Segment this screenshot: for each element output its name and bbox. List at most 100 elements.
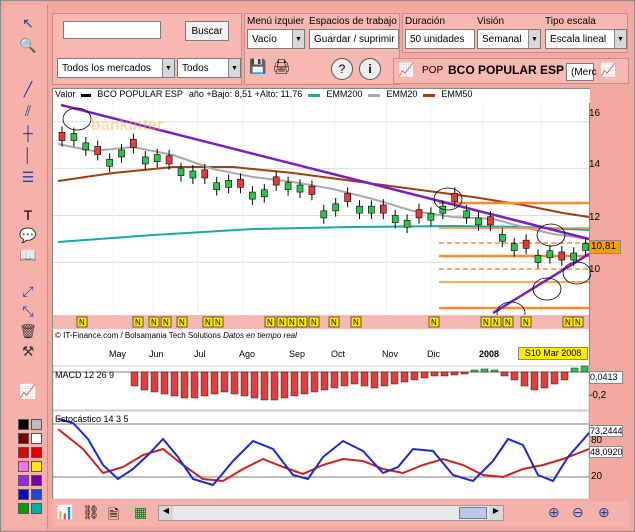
document-icon[interactable]: 🗎 [108, 504, 119, 528]
table-icon[interactable]: ▦ [134, 504, 147, 521]
candle-body [249, 191, 256, 200]
candle-body [415, 209, 423, 219]
color-swatch[interactable] [31, 433, 42, 444]
view-select[interactable]: Semanal ▼ [477, 29, 541, 49]
menu-select[interactable]: Vacío ▼ [247, 29, 305, 49]
vertical-line-icon[interactable]: │ [17, 145, 39, 165]
market-select-value: Todos los mercados [62, 62, 151, 74]
zoom-out-icon[interactable]: ⊖ [572, 504, 584, 521]
save-icon[interactable]: 💾 [249, 58, 266, 80]
line-tool-icon[interactable]: ╱ [17, 79, 39, 99]
zoom-in-icon[interactable]: ⊕ [598, 504, 610, 521]
parallel-line-icon[interactable]: ⫽ [17, 101, 39, 121]
color-swatch[interactable] [31, 447, 42, 458]
book-icon[interactable]: 📖 [17, 245, 39, 265]
left-toolbar: ↖ 🔍 ╱ ⫽ ┼ │ ☰ T 💬 📖 ⤢ ⤡ 🗑 ⚒ 📈 [5, 5, 48, 529]
info-icon[interactable]: i [359, 58, 381, 80]
color-swatch[interactable] [18, 447, 29, 458]
legend-name: BCO POPULAR ESP [97, 89, 183, 99]
duration-select[interactable]: 50 unidades [405, 29, 475, 49]
color-swatch[interactable] [18, 461, 29, 472]
candle-body [344, 192, 351, 202]
month-label: Sep [289, 349, 305, 359]
stoch-label: Estocástico 14 3 5 [55, 414, 129, 424]
horizontal-line-icon[interactable]: ┼ [17, 123, 39, 143]
print-icon[interactable]: 🖨 [272, 58, 290, 80]
legend-swatch [423, 94, 436, 97]
color-swatch[interactable] [31, 503, 42, 514]
month-label: May [109, 349, 127, 359]
candle-body [534, 255, 542, 263]
trash-icon[interactable]: 🗑 [17, 321, 39, 341]
candle-body [237, 178, 244, 188]
macd-bar [530, 371, 539, 391]
indicator-icon[interactable]: 📈 [17, 381, 39, 401]
candle-body [296, 184, 304, 193]
link-icon[interactable]: ⛓ [82, 504, 100, 521]
macd-bar [520, 371, 529, 387]
tools-icon[interactable]: ⚒ [17, 341, 39, 361]
candle-body [546, 250, 554, 259]
file-tools: 💾 🖨 [249, 58, 290, 80]
scroll-left-icon[interactable]: ◀ [159, 506, 173, 520]
scale-select[interactable]: Escala lineal ▼ [545, 29, 627, 49]
fibonacci-icon[interactable]: ☰ [17, 167, 39, 187]
candle-body [261, 189, 268, 198]
chevron-down-icon: ▼ [614, 30, 626, 48]
macd-bar [550, 371, 559, 385]
price-chart[interactable]: N N N N N N N N N N N N N N N N N N N N NMay Jun Jul Ago Sep Oct N… [52, 89, 592, 500]
chart-icon[interactable]: 📈 [398, 62, 416, 80]
candle-body [213, 182, 220, 191]
color-swatch[interactable] [31, 489, 42, 500]
macd-bar [250, 371, 259, 399]
color-swatch[interactable] [18, 475, 29, 486]
app-window: ↖ 🔍 ╱ ⫽ ┼ │ ☰ T 💬 📖 ⤢ ⤡ 🗑 ⚒ 📈 Buscar Tod… [0, 0, 635, 532]
ticker-code: POP [422, 65, 444, 76]
color-swatch[interactable] [18, 503, 29, 514]
macd-bar [570, 367, 579, 373]
macd-bar [260, 371, 269, 401]
macd-bar [300, 371, 309, 395]
ticker-panel: 📈 POP BCO POPULAR ESP (Merc 📈 [393, 58, 629, 84]
candle-body [189, 170, 197, 179]
macd-bar [180, 371, 189, 399]
scale-select-value: Escala lineal [550, 33, 607, 45]
macd-value: 0,0413 [589, 371, 623, 384]
zoom-fit-icon[interactable]: ⊕ [548, 504, 560, 521]
macd-bar [500, 371, 509, 377]
macd-bar [340, 371, 349, 387]
scroll-right-icon[interactable]: ▶ [489, 506, 503, 520]
trend-move-icon[interactable]: ⤡ [17, 301, 39, 321]
scroll-thumb[interactable] [459, 507, 487, 519]
y-tick-14: 14 [589, 159, 601, 170]
color-swatch[interactable] [18, 433, 29, 444]
candle-body [225, 180, 232, 188]
export-icon[interactable]: 📊 [56, 504, 73, 521]
filter-select[interactable]: Todos ▼ [177, 58, 241, 78]
signal-letter: N [431, 318, 437, 327]
market-select[interactable]: Todos los mercados ▼ [57, 58, 175, 78]
comment-icon[interactable]: 💬 [17, 225, 39, 245]
zoom-icon[interactable]: 🔍 [17, 35, 39, 55]
color-swatch[interactable] [18, 489, 29, 500]
color-swatch[interactable] [31, 419, 42, 430]
macd-bar [480, 368, 489, 373]
search-panel: Buscar Todos los mercados ▼ Todos ▼ [52, 13, 242, 85]
chart-credit: © IT-Finance.com / Bolsamania Tech Solut… [55, 331, 297, 340]
color-swatch[interactable] [18, 419, 29, 430]
macd-bar [470, 369, 479, 373]
color-swatch[interactable] [31, 475, 42, 486]
macd-bar [370, 371, 379, 389]
color-swatch[interactable] [31, 461, 42, 472]
help-icon[interactable]: ? [331, 58, 353, 80]
cursor-icon[interactable]: ↖ [17, 13, 39, 33]
chart-up-icon[interactable]: 📈 [600, 62, 618, 80]
search-input[interactable] [63, 21, 161, 39]
trend-up-icon[interactable]: ⤢ [17, 281, 39, 301]
chart-legend: Valor BCO POPULAR ESP año +Bajo: 8,51 +A… [53, 89, 590, 103]
workspace-select[interactable]: Guardar / suprimir [309, 29, 399, 49]
text-tool-icon[interactable]: T [17, 205, 39, 225]
search-button[interactable]: Buscar [185, 21, 229, 41]
macd-bar [560, 371, 569, 381]
horizontal-scrollbar[interactable]: ◀ ▶ [158, 505, 504, 521]
